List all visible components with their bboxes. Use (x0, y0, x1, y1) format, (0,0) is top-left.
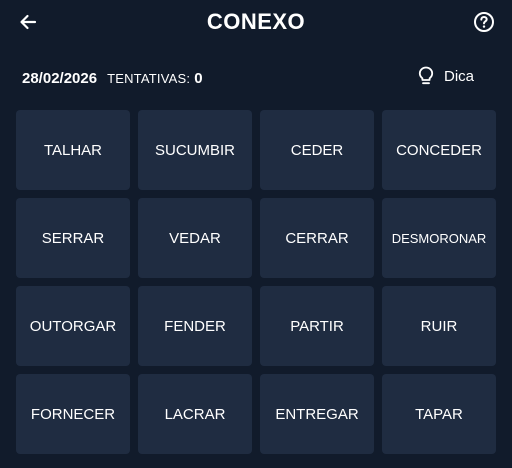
word-tile[interactable]: SUCUMBIR (138, 110, 252, 190)
word-tile[interactable]: TALHAR (16, 110, 130, 190)
info-bar: 28/02/2026 TENTATIVAS: 0 Dica (22, 64, 490, 92)
hint-button[interactable]: Dica (418, 66, 474, 86)
word-tile[interactable]: OUTORGAR (16, 286, 130, 366)
attempts-label: TENTATIVAS: (107, 70, 191, 86)
question-circle-icon (474, 12, 494, 32)
word-tile[interactable]: RUIR (382, 286, 496, 366)
attempts-count: 0 (194, 69, 203, 87)
page-title: CONEXO (206, 9, 306, 34)
help-button[interactable] (470, 8, 498, 36)
game-date: 28/02/2026 (22, 69, 98, 87)
word-tile[interactable]: TAPAR (382, 374, 496, 454)
lightbulb-icon (418, 66, 434, 85)
word-tile[interactable]: ENTREGAR (260, 374, 374, 454)
word-tile[interactable]: CERRAR (260, 198, 374, 278)
word-tile[interactable]: SERRAR (16, 198, 130, 278)
word-tile[interactable]: DESMORONAR (382, 198, 496, 278)
word-tile[interactable]: VEDAR (138, 198, 252, 278)
hint-label: Dica (443, 67, 474, 85)
word-grid: TALHAR SUCUMBIR CEDER CONCEDER SERRAR VE… (16, 110, 496, 454)
word-tile[interactable]: FENDER (138, 286, 252, 366)
top-bar: CONEXO (0, 0, 512, 44)
word-tile[interactable]: PARTIR (260, 286, 374, 366)
app-root: CONEXO 28/02/2026 TENTATIVAS: 0 Dica TAL… (0, 0, 512, 468)
word-tile[interactable]: CONCEDER (382, 110, 496, 190)
word-tile[interactable]: LACRAR (138, 374, 252, 454)
word-tile[interactable]: CEDER (260, 110, 374, 190)
word-tile[interactable]: FORNECER (16, 374, 130, 454)
